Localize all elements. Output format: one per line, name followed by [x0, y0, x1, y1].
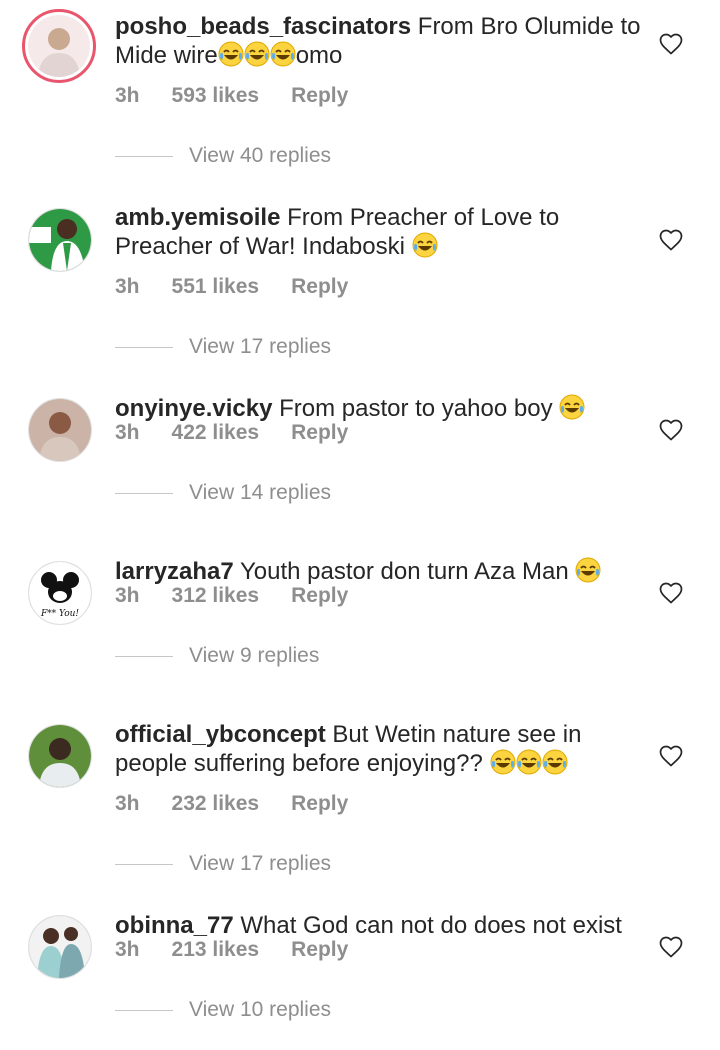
comment-body: Youth pastor don turn Aza Man	[239, 558, 569, 585]
avatar[interactable]	[28, 208, 92, 272]
view-replies-button[interactable]: View 10 replies	[115, 998, 331, 1022]
replies-divider	[115, 863, 173, 865]
comment-likes[interactable]: 422 likes	[172, 421, 260, 444]
comment-username[interactable]: onyinye.vicky	[115, 395, 272, 422]
replies-divider	[115, 1009, 173, 1011]
comment-body: From pastor to yahoo boy	[279, 395, 553, 422]
comment-likes[interactable]: 232 likes	[172, 792, 260, 815]
view-replies-label: View 17 replies	[189, 335, 332, 358]
replies-divider	[115, 655, 173, 657]
like-heart-icon[interactable]	[658, 935, 684, 959]
like-heart-icon[interactable]	[658, 581, 684, 605]
view-replies-label: View 40 replies	[189, 144, 332, 167]
avatar[interactable]	[28, 915, 92, 979]
person-photo-icon	[29, 725, 91, 787]
reply-button[interactable]: Reply	[291, 584, 348, 607]
comment-meta: 3h 312 likes Reply	[115, 584, 380, 608]
comment-meta: 3h 232 likes Reply	[115, 792, 380, 816]
comment-text: larryzaha7 Youth pastor don turn Aza Man	[115, 557, 645, 586]
laughing-emoji-icon	[542, 749, 568, 775]
laughing-emoji-icon	[575, 557, 601, 583]
comment-username[interactable]: obinna_77	[115, 912, 234, 939]
laughing-emoji-icon	[218, 41, 244, 67]
replies-divider	[115, 346, 173, 348]
view-replies-label: View 17 replies	[189, 852, 332, 875]
view-replies-button[interactable]: View 14 replies	[115, 481, 331, 505]
comment-time: 3h	[115, 938, 140, 961]
reply-button[interactable]: Reply	[291, 792, 348, 815]
replies-divider	[115, 155, 173, 157]
view-replies-label: View 14 replies	[189, 481, 332, 504]
comment-likes[interactable]: 312 likes	[172, 584, 260, 607]
svg-text:F** You!: F** You!	[40, 609, 79, 619]
reply-button[interactable]: Reply	[291, 938, 348, 961]
reply-button[interactable]: Reply	[291, 84, 348, 107]
replies-divider	[115, 492, 173, 494]
view-replies-button[interactable]: View 40 replies	[115, 144, 331, 168]
comment-meta: 3h 593 likes Reply	[115, 84, 380, 108]
comment-text: posho_beads_fascinators From Bro Olumide…	[115, 12, 645, 70]
reply-button[interactable]: Reply	[291, 275, 348, 298]
comment-time: 3h	[115, 421, 140, 444]
view-replies-label: View 9 replies	[189, 644, 320, 667]
comment-time: 3h	[115, 792, 140, 815]
reply-button[interactable]: Reply	[291, 421, 348, 444]
avatar[interactable]	[28, 724, 92, 788]
comment-likes[interactable]: 593 likes	[172, 84, 260, 107]
person-photo-icon	[29, 399, 91, 461]
comment-username[interactable]: amb.yemisoile	[115, 204, 280, 231]
comment-time: 3h	[115, 584, 140, 607]
comment-text: onyinye.vicky From pastor to yahoo boy	[115, 394, 645, 423]
comment-username[interactable]: larryzaha7	[115, 558, 234, 585]
comment-text: official_ybconcept But Wetin nature see …	[115, 720, 645, 778]
comment-body-tail: omo	[295, 42, 343, 69]
like-heart-icon[interactable]	[658, 418, 684, 442]
avatar[interactable]: F** You!	[28, 561, 92, 625]
campaign-poster-icon	[29, 209, 91, 271]
laughing-emoji-icon	[270, 41, 296, 67]
laughing-emoji-icon	[559, 394, 585, 420]
comment-time: 3h	[115, 275, 140, 298]
laughing-emoji-icon	[244, 41, 270, 67]
comment-likes[interactable]: 551 likes	[172, 275, 260, 298]
comment-username[interactable]: official_ybconcept	[115, 721, 326, 748]
comment-meta: 3h 213 likes Reply	[115, 938, 380, 962]
comment-text: amb.yemisoile From Preacher of Love to P…	[115, 203, 645, 261]
comment-body: What God can not do does not exist	[240, 912, 622, 939]
person-photo-icon	[28, 15, 90, 77]
comment-likes[interactable]: 213 likes	[172, 938, 260, 961]
comment-time: 3h	[115, 84, 140, 107]
laughing-emoji-icon	[412, 232, 438, 258]
like-heart-icon[interactable]	[658, 228, 684, 252]
cartoon-mouse-icon: F** You!	[29, 562, 91, 624]
view-replies-label: View 10 replies	[189, 998, 332, 1021]
view-replies-button[interactable]: View 17 replies	[115, 852, 331, 876]
couple-photo-icon	[29, 916, 91, 978]
view-replies-button[interactable]: View 17 replies	[115, 335, 331, 359]
comment-text: obinna_77 What God can not do does not e…	[115, 911, 645, 940]
like-heart-icon[interactable]	[658, 32, 684, 56]
like-heart-icon[interactable]	[658, 744, 684, 768]
comment-username[interactable]: posho_beads_fascinators	[115, 13, 411, 40]
view-replies-button[interactable]: View 9 replies	[115, 644, 319, 668]
avatar[interactable]	[22, 9, 96, 83]
comment-meta: 3h 551 likes Reply	[115, 275, 380, 299]
comment-meta: 3h 422 likes Reply	[115, 421, 380, 445]
laughing-emoji-icon	[490, 749, 516, 775]
laughing-emoji-icon	[516, 749, 542, 775]
avatar[interactable]	[28, 398, 92, 462]
